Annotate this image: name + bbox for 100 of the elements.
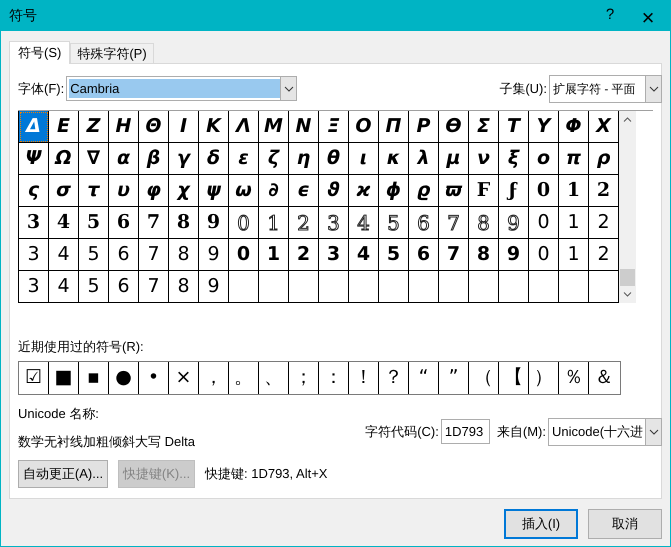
symbol-cell[interactable]: E [49,111,79,143]
symbol-cell[interactable]: 0 [229,239,259,271]
symbol-cell[interactable]: Y [529,111,559,143]
symbol-cell[interactable]: ϖ [439,175,469,207]
symbol-cell[interactable]: 4 [49,239,79,271]
symbol-cell[interactable]: 7 [139,271,169,303]
symbol-cell[interactable]: ϰ [349,175,379,207]
symbol-cell[interactable]: T [499,111,529,143]
cancel-button[interactable]: 取消 [588,509,662,539]
symbol-cell[interactable]: Z [79,111,109,143]
symbol-cell[interactable]: Σ [469,111,499,143]
symbol-cell[interactable]: O [349,111,379,143]
symbol-cell[interactable]: 3 [19,271,49,303]
symbol-cell[interactable]: 9 [499,239,529,271]
symbol-cell[interactable]: 3 [19,207,49,239]
symbol-cell[interactable]: 8 [169,207,199,239]
symbol-cell[interactable]: H [109,111,139,143]
symbol-cell[interactable]: 0 [529,175,559,207]
symbol-cell[interactable]: 5 [79,207,109,239]
symbol-cell[interactable]: Ξ [319,111,349,143]
symbol-cell[interactable]: 6 [409,239,439,271]
symbol-cell[interactable]: I [169,111,199,143]
symbol-cell[interactable]: 9 [199,239,229,271]
symbol-cell[interactable]: 1 [559,175,589,207]
symbol-cell[interactable]: 3 [319,207,349,239]
symbol-cell[interactable]: ϑ [319,175,349,207]
from-dropdown[interactable]: Unicode(十六进 [548,418,662,446]
symbol-cell[interactable]: 8 [469,207,499,239]
symbol-cell[interactable]: Θ [139,111,169,143]
symbol-cell[interactable]: η [289,143,319,175]
symbol-cell[interactable]: 7 [439,207,469,239]
symbol-cell[interactable]: P [409,111,439,143]
symbol-cell[interactable]: 9 [499,207,529,239]
symbol-cell[interactable]: ϝ [499,175,529,207]
symbol-cell[interactable]: 4 [349,207,379,239]
close-button[interactable]: × [625,0,671,30]
symbol-cell[interactable]: 1 [559,207,589,239]
symbol-cell[interactable]: 5 [379,207,409,239]
symbol-cell[interactable]: κ [379,143,409,175]
symbol-cell[interactable]: 4 [49,271,79,303]
symbol-cell[interactable]: 6 [409,207,439,239]
symbol-cell[interactable]: 9 [199,207,229,239]
symbol-cell[interactable]: ψ [199,175,229,207]
symbol-cell[interactable]: 8 [469,239,499,271]
symbol-cell[interactable]: 6 [109,207,139,239]
symbol-cell[interactable]: ι [349,143,379,175]
symbol-cell[interactable]: 7 [139,239,169,271]
symbol-cell[interactable]: ε [229,143,259,175]
symbol-cell[interactable]: 8 [169,271,199,303]
symbol-cell[interactable]: σ [49,175,79,207]
symbol-cell[interactable]: 9 [199,271,229,303]
tab[interactable]: 特殊字符(P) [70,43,154,63]
symbol-cell[interactable]: 6 [109,239,139,271]
help-button[interactable]: ? [595,0,625,30]
symbol-cell[interactable]: α [109,143,139,175]
symbol-cell[interactable]: 3 [19,239,49,271]
symbol-cell[interactable]: Λ [229,111,259,143]
symbol-cell[interactable]: Δ [19,111,49,143]
symbol-cell[interactable]: ο [529,143,559,175]
symbol-cell[interactable]: 4 [349,239,379,271]
char-code-field[interactable]: 1D793 [440,419,490,444]
symbol-cell[interactable]: 5 [79,271,109,303]
symbol-cell[interactable]: ∇ [79,143,109,175]
symbol-cell[interactable]: M [259,111,289,143]
symbol-cell[interactable]: γ [169,143,199,175]
symbol-cell[interactable]: 6 [109,271,139,303]
symbol-cell[interactable]: 1 [259,239,289,271]
symbol-cell[interactable]: 2 [289,239,319,271]
symbol-cell[interactable]: ω [229,175,259,207]
symbol-cell[interactable]: ϵ [289,175,319,207]
symbol-cell[interactable]: ϕ [379,175,409,207]
symbol-cell[interactable]: 4 [49,207,79,239]
tab[interactable]: 符号(S) [9,41,70,64]
symbol-cell[interactable]: β [139,143,169,175]
symbol-cell[interactable]: θ [319,143,349,175]
symbol-cell[interactable]: ∂ [259,175,289,207]
symbol-cell[interactable]: 7 [139,207,169,239]
symbol-cell[interactable]: Ω [49,143,79,175]
symbol-cell[interactable]: 0 [229,207,259,239]
symbol-cell[interactable]: χ [169,175,199,207]
symbol-cell[interactable]: λ [409,143,439,175]
symbol-cell[interactable]: K [199,111,229,143]
symbol-cell[interactable]: φ [139,175,169,207]
symbol-cell[interactable]: Π [379,111,409,143]
symbol-cell[interactable]: 1 [559,239,589,271]
scrollbar-thumb[interactable] [620,269,635,286]
symbol-cell[interactable]: 1 [259,207,289,239]
symbol-cell[interactable]: τ [79,175,109,207]
symbol-cell[interactable]: μ [439,143,469,175]
insert-button[interactable]: 插入(I) [504,509,578,539]
symbol-cell[interactable]: 0 [529,239,559,271]
symbol-cell[interactable]: Ψ [19,143,49,175]
symbol-cell[interactable]: ζ [259,143,289,175]
symbol-cell[interactable]: ϱ [409,175,439,207]
symbol-cell[interactable]: 8 [169,239,199,271]
symbol-cell[interactable]: Φ [559,111,589,143]
symbol-cell[interactable]: ξ [499,143,529,175]
symbol-cell[interactable]: 3 [319,239,349,271]
autocorrect-button[interactable]: 自动更正(A)... [18,460,108,488]
symbol-cell[interactable]: 5 [79,239,109,271]
